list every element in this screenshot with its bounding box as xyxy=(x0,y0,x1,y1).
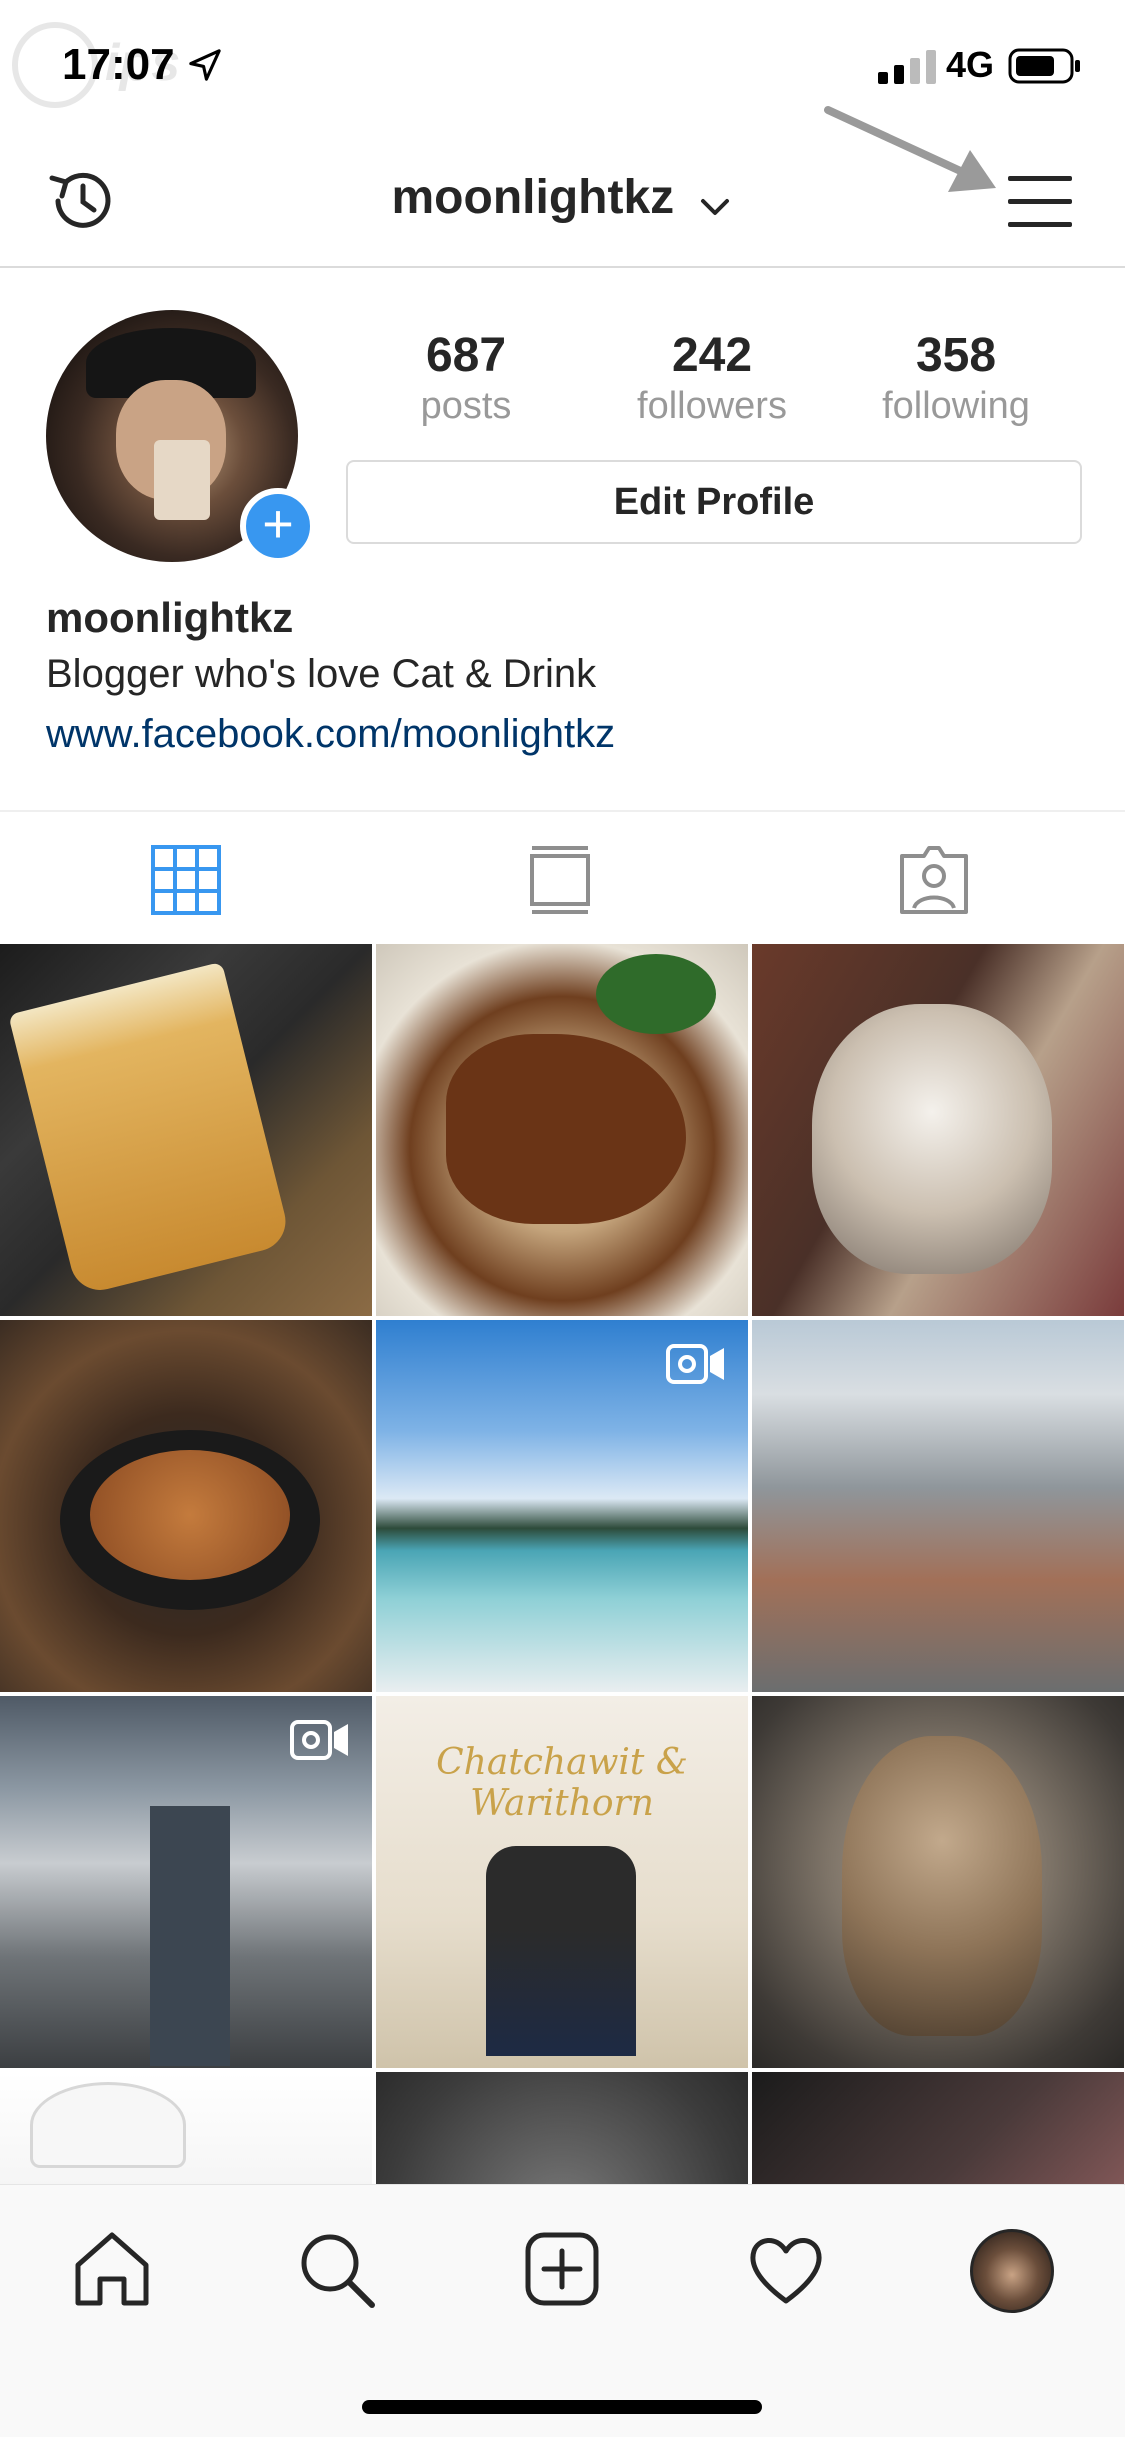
grid-photo-bbq[interactable] xyxy=(0,1320,372,1692)
edit-profile-button[interactable]: Edit Profile xyxy=(346,460,1082,544)
video-icon xyxy=(290,1720,348,1760)
profile-avatar-icon[interactable] xyxy=(970,2229,1054,2313)
heart-icon[interactable] xyxy=(746,2229,826,2309)
wedding-couple xyxy=(486,1846,636,2056)
grid-photo-sailor[interactable] xyxy=(0,2072,372,2184)
profile-bio: Blogger who's love Cat & Drink xyxy=(46,652,597,696)
cat-figure xyxy=(842,1736,1042,2036)
grill-food xyxy=(90,1450,290,1580)
tagged-icon[interactable] xyxy=(898,844,970,916)
posts-count[interactable]: 687 posts xyxy=(356,328,576,428)
beer-glass xyxy=(8,961,292,1297)
grid-photo-stage[interactable] xyxy=(752,2072,1124,2184)
followers-count[interactable]: 242 followers xyxy=(602,328,822,428)
garnish xyxy=(596,954,716,1034)
battery-icon xyxy=(1008,48,1080,84)
grid-photo-tabby-cat[interactable] xyxy=(752,1696,1124,2068)
grid-photo-city[interactable] xyxy=(752,1320,1124,1692)
grid-icon[interactable] xyxy=(150,844,222,916)
feed-icon[interactable] xyxy=(524,844,596,916)
add-story-button[interactable]: + xyxy=(240,488,316,564)
grid-photo-skyline[interactable] xyxy=(0,1696,372,2068)
menu-icon[interactable] xyxy=(1004,170,1076,234)
grid-photo-cat[interactable] xyxy=(752,944,1124,1316)
home-icon[interactable] xyxy=(72,2229,152,2309)
signal-icon xyxy=(878,50,936,84)
followers-label: followers xyxy=(637,385,787,427)
grid-photo-bw-cat[interactable] xyxy=(376,2072,748,2184)
following-count[interactable]: 358 following xyxy=(846,328,1066,428)
profile-tabs xyxy=(0,810,1125,946)
sailor-hat xyxy=(30,2082,186,2168)
grid-photo-beach[interactable] xyxy=(376,1320,748,1692)
wedding-banner-text: Chatchawit & Warithorn xyxy=(436,1742,688,1824)
following-label: following xyxy=(882,385,1030,427)
profile-name: moonlightkz xyxy=(46,594,294,641)
location-arrow-icon xyxy=(189,49,221,81)
home-indicator xyxy=(362,2400,762,2414)
grid-photo-food[interactable] xyxy=(376,944,748,1316)
add-icon[interactable] xyxy=(522,2229,602,2309)
food-item xyxy=(446,1034,686,1224)
followers-number: 242 xyxy=(671,329,753,382)
posts-label: posts xyxy=(420,385,512,427)
building xyxy=(150,1806,230,2066)
following-number: 358 xyxy=(915,329,997,382)
cat-figure xyxy=(812,1004,1052,1274)
profile-link[interactable]: www.facebook.com/moonlightkz xyxy=(46,712,615,757)
page-title: moonlightkz xyxy=(391,171,675,224)
posts-number: 687 xyxy=(425,329,507,382)
status-time: 17:07 xyxy=(62,40,175,89)
search-icon[interactable] xyxy=(296,2229,376,2309)
chevron-down-icon xyxy=(697,182,733,218)
avatar-glass xyxy=(154,440,210,520)
network-label: 4G xyxy=(946,44,995,85)
grid-photo-wedding[interactable]: Chatchawit & Warithorn xyxy=(376,1696,748,2068)
grid-photo-beer[interactable] xyxy=(0,944,372,1316)
annotation-arrow xyxy=(824,106,996,192)
video-icon xyxy=(666,1344,724,1384)
photo-grid: Chatchawit & Warithorn xyxy=(0,944,1125,2184)
